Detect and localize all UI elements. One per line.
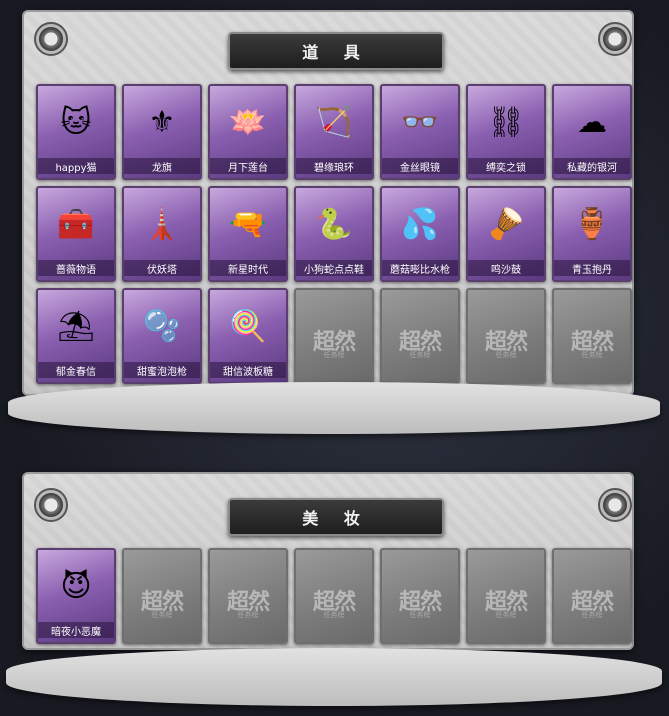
chain-lock-icon: ⛓ xyxy=(486,104,526,140)
item-slot[interactable]: 🔫 新星时代 xyxy=(208,186,288,282)
cat-figurine-icon: 🐱 xyxy=(60,104,92,140)
item-slot[interactable]: 👓 金丝眼镜 xyxy=(380,84,460,180)
corner-ornament-icon xyxy=(598,22,632,56)
item-slot[interactable]: 🏺 青玉抱丹 xyxy=(552,186,632,282)
watermark-sub: 任务榜 xyxy=(323,351,345,359)
item-label: 伏妖塔 xyxy=(124,260,200,276)
watermark-sub: 任务榜 xyxy=(151,611,173,619)
item-label: 青玉抱丹 xyxy=(554,260,630,276)
glasses-icon: 👓 xyxy=(401,104,439,140)
parasol-icon: ⛱ xyxy=(56,308,96,344)
item-slot[interactable]: 🏹 碧缘琅环 xyxy=(294,84,374,180)
scroll-bottom-edge xyxy=(6,648,662,706)
item-label: 新星时代 xyxy=(210,260,286,276)
item-slot[interactable]: ⚜ 龙旗 xyxy=(122,84,202,180)
empty-slot: 超然 任务榜 xyxy=(466,288,546,384)
corner-ornament-icon xyxy=(34,22,68,56)
item-label: 碧缘琅环 xyxy=(296,158,372,174)
item-label: 私藏的银河 xyxy=(554,158,630,174)
item-slot[interactable]: ☁ 私藏的银河 xyxy=(552,84,632,180)
item-slot[interactable]: 💦 蘑菇嘭比水枪 xyxy=(380,186,460,282)
item-label: 蘑菇嘭比水枪 xyxy=(382,260,458,276)
watermark-sub: 任务榜 xyxy=(495,351,517,359)
empty-slot: 超然 任务榜 xyxy=(552,548,632,644)
corner-ornament-icon xyxy=(598,488,632,522)
item-slot[interactable]: 🍭 甜信波板糖 xyxy=(208,288,288,384)
makeup-section-title: 美 妆 xyxy=(228,498,444,536)
lotus-scepter-icon: 🪷 xyxy=(229,104,267,140)
item-slot[interactable]: 🪘 鸣沙鼓 xyxy=(466,186,546,282)
item-label: 小狗蛇点点鞋 xyxy=(296,260,372,276)
watermark-sub: 任务榜 xyxy=(323,611,345,619)
devil-head-icon: 😈 xyxy=(60,568,92,604)
item-slot[interactable]: 🧰 蔷薇物语 xyxy=(36,186,116,282)
corner-ornament-icon xyxy=(34,488,68,522)
props-grid: 🐱 happy猫 ⚜ 龙旗 🪷 月下莲台 🏹 碧缘琅环 👓 金丝眼镜 ⛓ 缚奕之锁 ☁ 私藏的银河 🧰 蔷薇物… xyxy=(36,84,632,384)
item-label: 鸣沙鼓 xyxy=(468,260,544,276)
pagoda-icon: 🗼 xyxy=(143,206,181,242)
watermark-sub: 任务榜 xyxy=(495,611,517,619)
empty-slot: 超然 任务榜 xyxy=(122,548,202,644)
first-aid-case-icon: 🧰 xyxy=(57,206,95,242)
empty-slot: 超然 任务榜 xyxy=(380,288,460,384)
item-slot[interactable]: 🪷 月下莲台 xyxy=(208,84,288,180)
item-slot[interactable]: ⛓ 缚奕之锁 xyxy=(466,84,546,180)
item-label: 金丝眼镜 xyxy=(382,158,458,174)
item-label: 月下莲台 xyxy=(210,158,286,174)
item-label: 暗夜小恶魔 xyxy=(38,622,114,638)
watermark-sub: 任务榜 xyxy=(409,351,431,359)
snake-toy-icon: 🐍 xyxy=(315,206,353,242)
galaxy-cloud-icon: ☁ xyxy=(577,104,607,140)
watermark-sub: 任务榜 xyxy=(409,611,431,619)
item-label: 龙旗 xyxy=(124,158,200,174)
item-slot[interactable]: 🐱 happy猫 xyxy=(36,84,116,180)
watermark-sub: 任务榜 xyxy=(581,611,603,619)
item-slot[interactable]: 🗼 伏妖塔 xyxy=(122,186,202,282)
empty-slot: 超然 任务榜 xyxy=(208,548,288,644)
water-gun-icon: 💦 xyxy=(401,206,439,242)
bubble-gun-icon: 🫧 xyxy=(143,308,181,344)
empty-slot: 超然 任务榜 xyxy=(294,548,374,644)
item-slot[interactable]: 😈 暗夜小恶魔 xyxy=(36,548,116,644)
dreamcatcher-icon: 🪘 xyxy=(487,206,525,242)
item-label: 缚奕之锁 xyxy=(468,158,544,174)
empty-slot: 超然 任务榜 xyxy=(552,288,632,384)
jade-gourd-icon: 🏺 xyxy=(573,206,611,242)
empty-slot: 超然 任务榜 xyxy=(294,288,374,384)
props-section-title: 道 具 xyxy=(228,32,444,70)
revolver-icon: 🔫 xyxy=(229,206,267,242)
item-label: 蔷薇物语 xyxy=(38,260,114,276)
empty-slot: 超然 任务榜 xyxy=(380,548,460,644)
empty-slot: 超然 任务榜 xyxy=(466,548,546,644)
item-slot[interactable]: 🐍 小狗蛇点点鞋 xyxy=(294,186,374,282)
golden-shovel-icon: ⚜ xyxy=(148,104,176,140)
item-label: 郁金春信 xyxy=(38,362,114,378)
watermark-sub: 任务榜 xyxy=(581,351,603,359)
item-label: 甜信波板糖 xyxy=(210,362,286,378)
jade-bow-icon: 🏹 xyxy=(315,104,353,140)
watermark-sub: 任务榜 xyxy=(237,611,259,619)
scroll-bottom-edge xyxy=(8,382,660,434)
item-label: happy猫 xyxy=(38,158,114,174)
item-label: 甜蜜泡泡枪 xyxy=(124,362,200,378)
item-slot[interactable]: ⛱ 郁金春信 xyxy=(36,288,116,384)
item-slot[interactable]: 🫧 甜蜜泡泡枪 xyxy=(122,288,202,384)
lollipop-wand-icon: 🍭 xyxy=(229,308,267,344)
makeup-grid: 😈 暗夜小恶魔 超然 任务榜 超然 任务榜 超然 任务榜 超然 任务榜 超然 任务榜 超然 任务榜 xyxy=(36,548,632,644)
